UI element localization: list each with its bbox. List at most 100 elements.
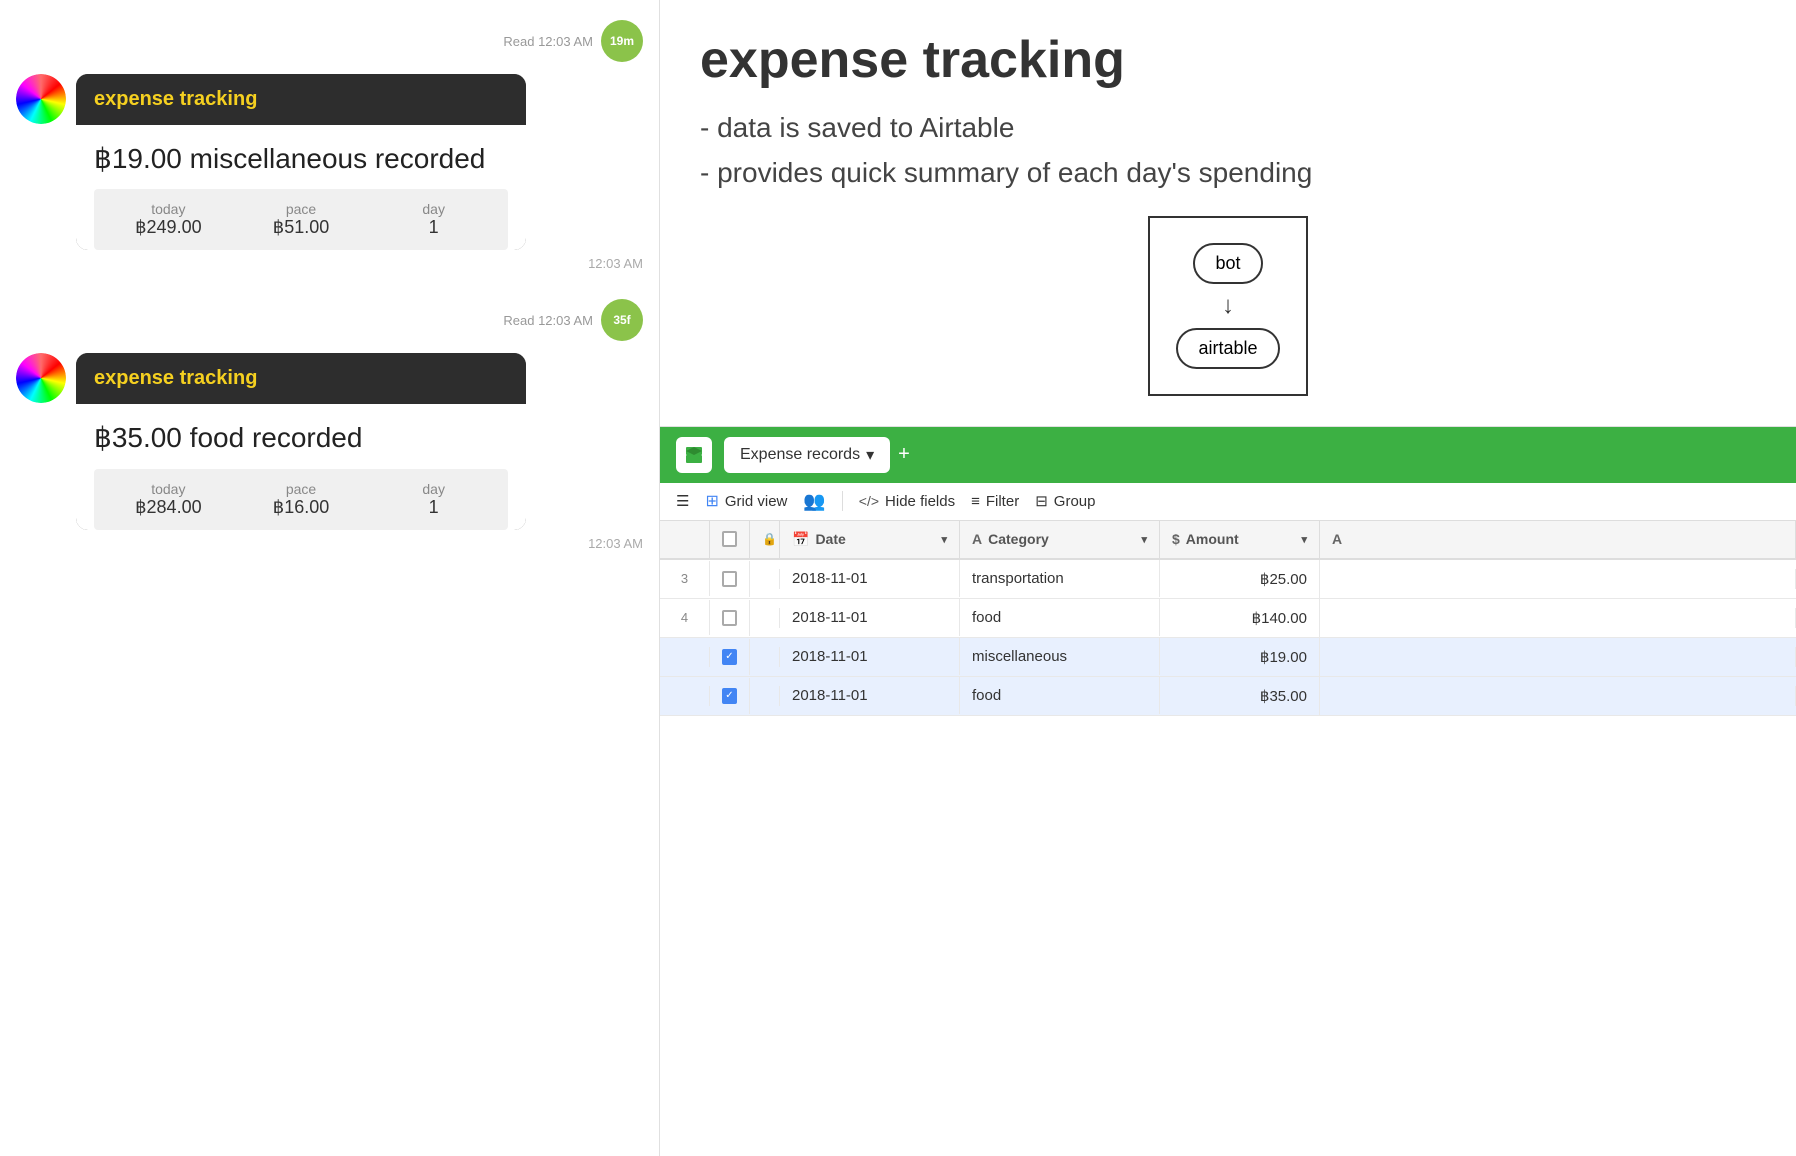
table-header: 🔒 📅 Date ▾ A Category ▾ $ Amount ▾ [660, 521, 1796, 560]
td-category-4: food [960, 677, 1160, 714]
table-row-4[interactable]: ✓ 2018-11-01 food ฿35.00 [660, 677, 1796, 716]
stat-pace-1: pace ฿51.00 [235, 201, 368, 238]
airtable-table: 🔒 📅 Date ▾ A Category ▾ $ Amount ▾ [660, 521, 1796, 1156]
td-extra-3 [1320, 647, 1796, 667]
message-row-1: expense tracking ฿19.00 miscellaneous re… [16, 74, 643, 287]
description-point-2: provides quick summary of each day's spe… [700, 151, 1756, 196]
cat-col-label: Category [988, 531, 1049, 547]
th-date[interactable]: 📅 Date ▾ [780, 521, 960, 558]
cat-icon: A [972, 531, 982, 547]
stat-day-1: day 1 [367, 201, 500, 238]
grid-view-button[interactable]: ⊞ Grid view [705, 491, 787, 511]
message-time-2: 12:03 AM [76, 536, 643, 551]
stat-pace-value-2: ฿16.00 [235, 497, 368, 518]
expense-amount-1: ฿19.00 miscellaneous recorded [94, 141, 508, 177]
hide-fields-button[interactable]: </> Hide fields [859, 493, 955, 510]
avatar-2 [16, 353, 66, 403]
th-lock: 🔒 [750, 521, 780, 558]
header-checkbox[interactable] [722, 531, 737, 547]
table-row-1[interactable]: 3 2018-11-01 transportation ฿25.00 [660, 560, 1796, 599]
diagram-node-airtable: airtable [1176, 328, 1279, 369]
date-col-chevron: ▾ [941, 533, 947, 546]
description-list: data is saved to Airtable provides quick… [700, 106, 1756, 196]
th-rownum [660, 521, 710, 558]
th-category[interactable]: A Category ▾ [960, 521, 1160, 558]
td-checkbox-3[interactable]: ✓ [710, 639, 750, 675]
date-col-label: Date [815, 531, 845, 547]
table-row-3[interactable]: ✓ 2018-11-01 miscellaneous ฿19.00 [660, 638, 1796, 677]
stat-today-value-2: ฿284.00 [102, 497, 235, 518]
stat-day-label-2: day [367, 481, 500, 497]
avatar-image-2 [16, 353, 66, 403]
stat-day-2: day 1 [367, 481, 500, 518]
stat-today-value-1: ฿249.00 [102, 217, 235, 238]
expense-card-header-2: expense tracking [76, 353, 526, 404]
stat-today-label-2: today [102, 481, 235, 497]
right-panel: expense tracking data is saved to Airtab… [660, 0, 1796, 1156]
read-text-1: Read 12:03 AM [503, 34, 593, 49]
td-category-1: transportation [960, 560, 1160, 597]
td-checkbox-2[interactable] [710, 600, 750, 636]
th-amount[interactable]: $ Amount ▾ [1160, 521, 1320, 558]
th-checkbox [710, 521, 750, 558]
td-rownum-1: 3 [660, 561, 710, 596]
expense-card-2: expense tracking ฿35.00 food recorded to… [76, 353, 526, 529]
hide-fields-label: Hide fields [885, 493, 955, 510]
expense-card-header-1: expense tracking [76, 74, 526, 125]
group-label: Group [1054, 493, 1096, 510]
td-extra-1 [1320, 569, 1796, 589]
amount-col-chevron: ▾ [1301, 533, 1307, 546]
td-category-3: miscellaneous [960, 638, 1160, 675]
td-checkbox-4[interactable]: ✓ [710, 678, 750, 714]
airtable-topbar: Expense records ▾ + [660, 427, 1796, 483]
td-extra-2 [1320, 608, 1796, 628]
lock-icon: 🔒 [762, 532, 777, 546]
td-checkbox-1[interactable] [710, 561, 750, 597]
cat-col-chevron: ▾ [1141, 533, 1147, 546]
stat-day-value-2: 1 [367, 497, 500, 518]
menu-icon: ☰ [676, 492, 689, 510]
tab-chevron: ▾ [866, 445, 874, 465]
chat-messages: Read 12:03 AM 19m expense tracking ฿19.0… [0, 0, 659, 1156]
diagram-box: bot ↓ airtable [1148, 216, 1308, 396]
th-extra[interactable]: A [1320, 521, 1796, 558]
group-button[interactable]: ⊟ Group [1035, 492, 1095, 510]
row-checkbox-3[interactable]: ✓ [722, 649, 737, 665]
td-amount-3: ฿19.00 [1160, 638, 1320, 676]
expense-card-1: expense tracking ฿19.00 miscellaneous re… [76, 74, 526, 250]
row-checkbox-4[interactable]: ✓ [722, 688, 737, 704]
expense-stats-2: today ฿284.00 pace ฿16.00 day 1 [94, 469, 508, 530]
grid-view-label: Grid view [725, 493, 788, 510]
description-point-1: data is saved to Airtable [700, 106, 1756, 151]
td-lock-1 [750, 569, 780, 589]
time-badge-1: 19m [601, 20, 643, 62]
description-panel: expense tracking data is saved to Airtab… [660, 0, 1796, 427]
expense-card-body-2: ฿35.00 food recorded today ฿284.00 pace … [76, 404, 526, 529]
td-rownum-3 [660, 647, 710, 667]
diagram-container: bot ↓ airtable [700, 216, 1756, 396]
message-time-1: 12:03 AM [76, 256, 643, 271]
message-row-2: expense tracking ฿35.00 food recorded to… [16, 353, 643, 566]
table-row-2[interactable]: 4 2018-11-01 food ฿140.00 [660, 599, 1796, 638]
expense-records-tab[interactable]: Expense records ▾ [724, 437, 890, 473]
td-rownum-2: 4 [660, 600, 710, 635]
td-amount-4: ฿35.00 [1160, 677, 1320, 715]
td-rownum-4 [660, 686, 710, 706]
avatar-1 [16, 74, 66, 124]
td-lock-3 [750, 647, 780, 667]
add-tab-button[interactable]: + [898, 443, 910, 466]
row-checkbox-1[interactable] [722, 571, 737, 587]
filter-label: Filter [986, 493, 1019, 510]
diagram-arrow: ↓ [1222, 294, 1234, 318]
td-amount-2: ฿140.00 [1160, 599, 1320, 637]
row-checkbox-2[interactable] [722, 610, 737, 626]
stat-today-label-1: today [102, 201, 235, 217]
toolbar-divider-1 [842, 491, 843, 511]
filter-button[interactable]: ≡ Filter [971, 493, 1019, 510]
stat-today-1: today ฿249.00 [102, 201, 235, 238]
td-extra-4 [1320, 686, 1796, 706]
stat-pace-value-1: ฿51.00 [235, 217, 368, 238]
tab-label: Expense records [740, 446, 860, 464]
menu-button[interactable]: ☰ [676, 492, 689, 510]
td-lock-4 [750, 686, 780, 706]
